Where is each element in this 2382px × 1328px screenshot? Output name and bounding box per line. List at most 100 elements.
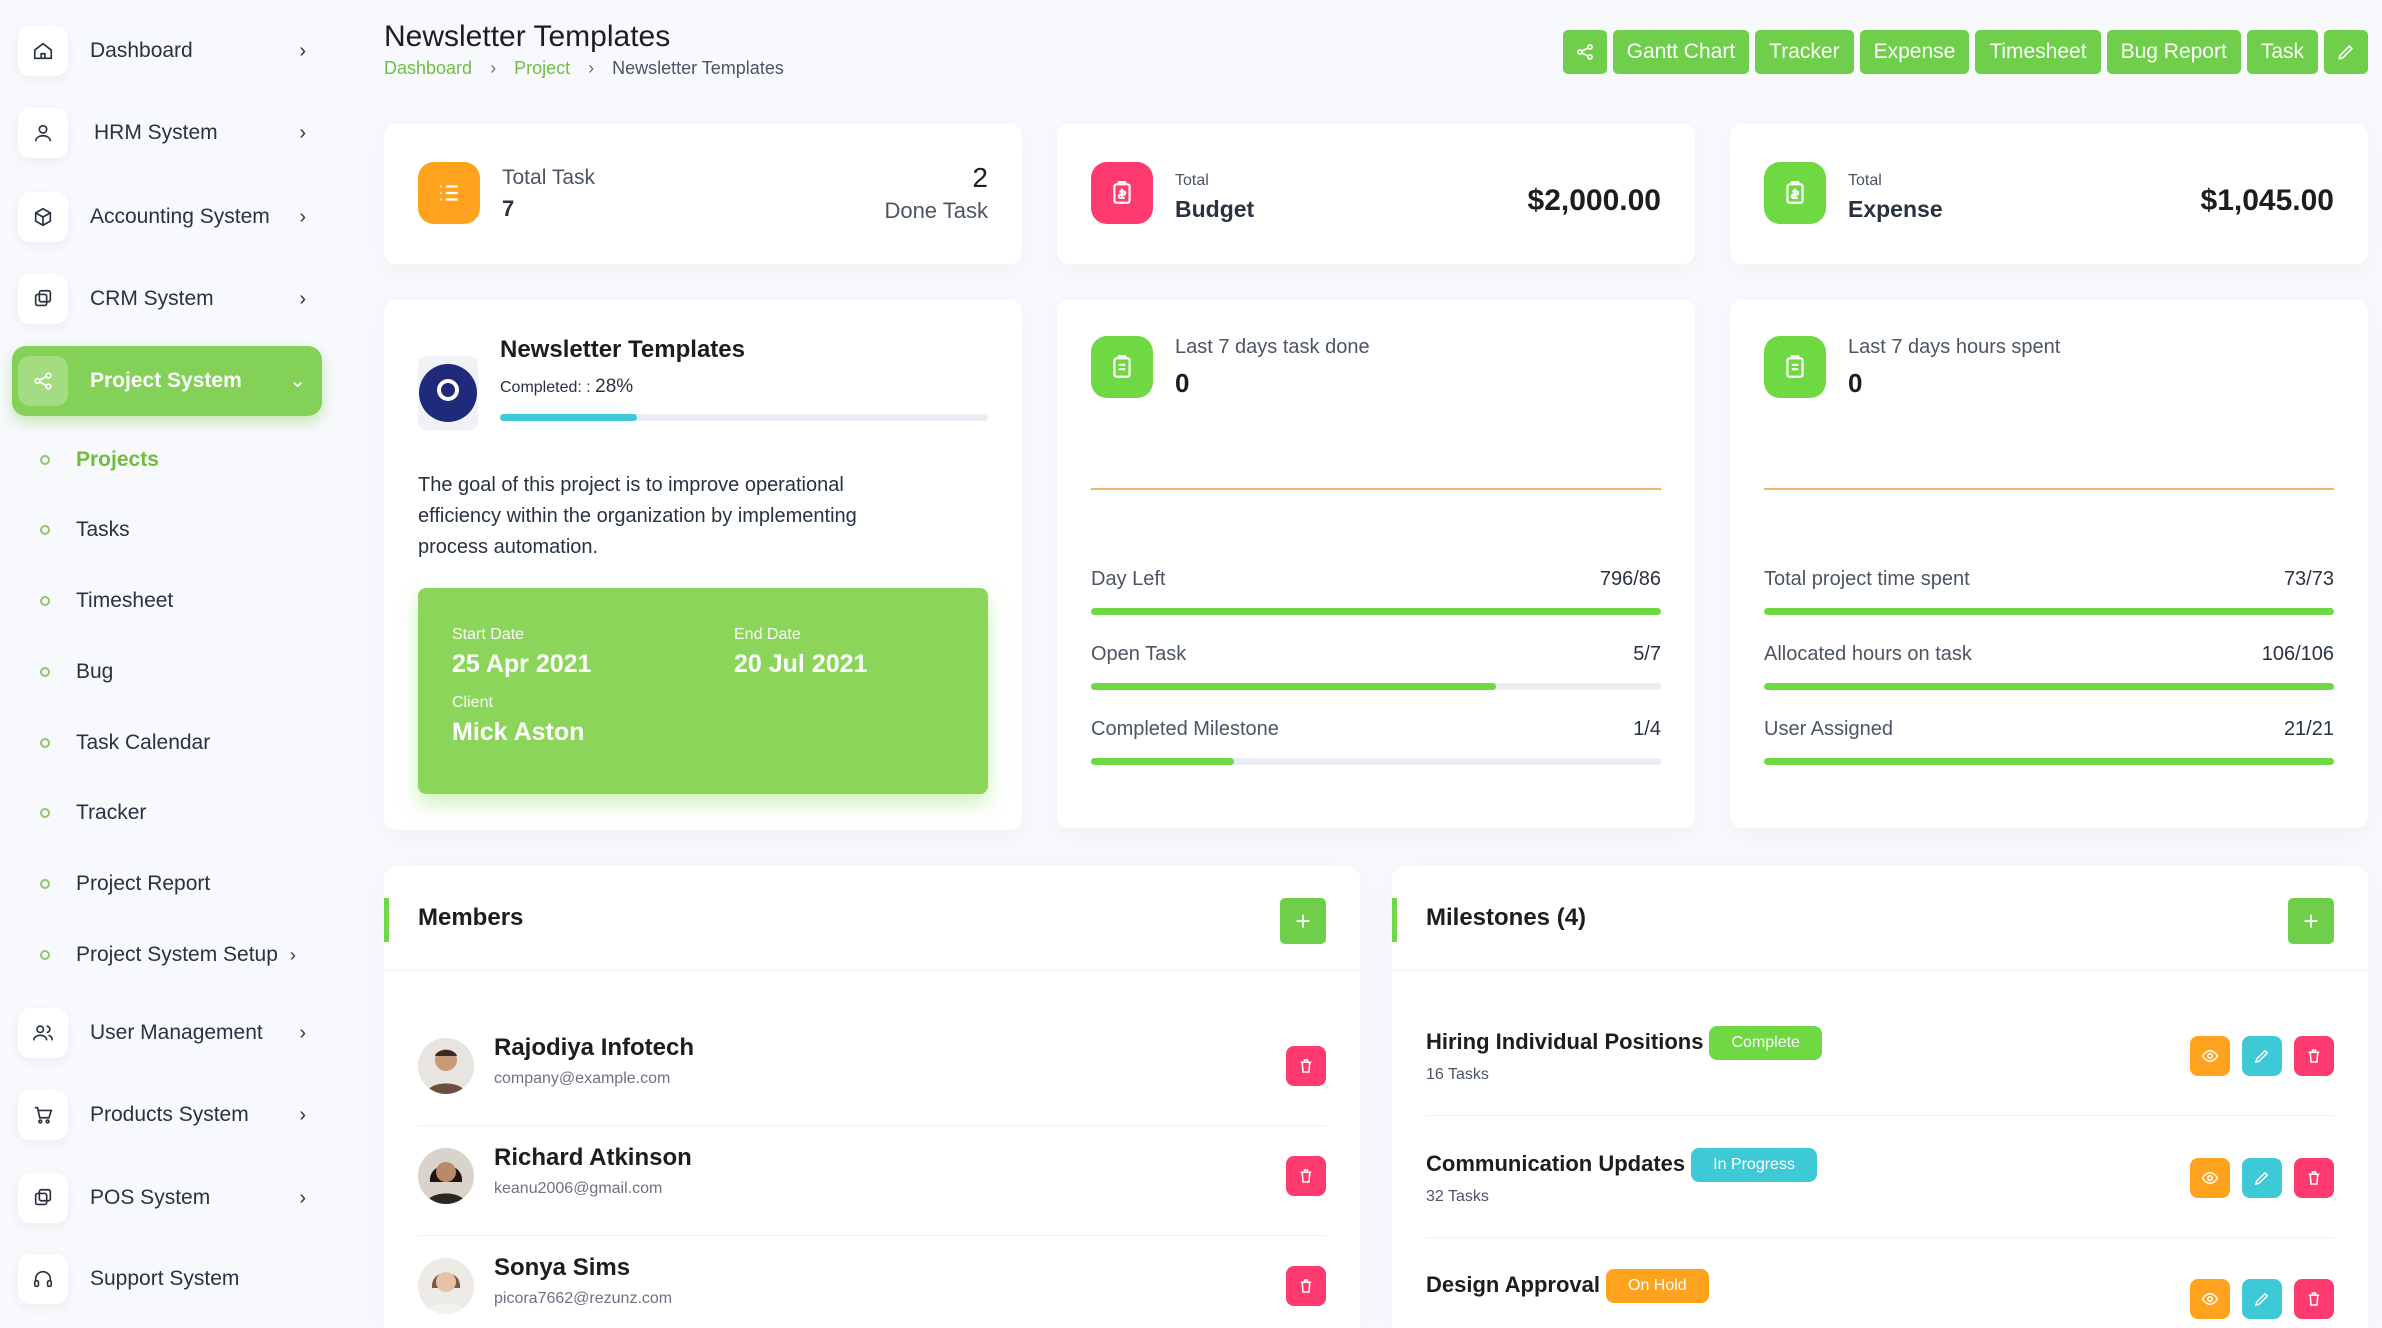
share-button[interactable] xyxy=(1562,30,1607,74)
milestone-title: Communication Updates xyxy=(1426,1150,1686,1176)
sidebar-item-pos[interactable]: POS System › xyxy=(12,1163,322,1233)
sidebar-subitem-task-calendar[interactable]: Task Calendar xyxy=(40,723,210,763)
milestone-actions xyxy=(2190,1279,2334,1319)
sidebar-subitem-tasks[interactable]: Tasks xyxy=(40,510,130,550)
expense-small-label: Total xyxy=(1848,172,1882,189)
add-member-button[interactable]: + xyxy=(1280,898,1326,944)
sidebar-item-label: Support System xyxy=(90,1267,240,1290)
layers-icon xyxy=(18,1173,68,1223)
total-task-card: Total Task 7 2 Done Task xyxy=(384,124,1022,264)
task-button[interactable]: Task xyxy=(2246,30,2318,74)
delete-member-button[interactable] xyxy=(1286,1156,1326,1196)
tracker-button[interactable]: Tracker xyxy=(1755,30,1854,74)
trash-icon xyxy=(1300,1169,1312,1183)
budget-label: Budget xyxy=(1175,196,1255,222)
share-icon xyxy=(1576,44,1593,60)
sidebar-subitem-bug[interactable]: Bug xyxy=(40,652,113,692)
pencil-icon xyxy=(2338,44,2354,60)
avatar xyxy=(418,1038,474,1094)
timesheet-button[interactable]: Timesheet xyxy=(1975,30,2101,74)
view-milestone-button[interactable] xyxy=(2190,1158,2230,1198)
project-dates-box: Start Date 25 Apr 2021 End Date 20 Jul 2… xyxy=(418,588,988,794)
sidebar-subitem-project-report[interactable]: Project Report xyxy=(40,864,210,904)
edit-milestone-button[interactable] xyxy=(2242,1158,2282,1198)
sidebar-item-crm[interactable]: CRM System › xyxy=(12,264,322,334)
delete-milestone-button[interactable] xyxy=(2294,1279,2334,1319)
completed-milestone-value: 1/4 xyxy=(1633,718,1661,740)
eye-icon xyxy=(2201,1171,2219,1185)
chevron-right-icon: › xyxy=(299,1187,306,1209)
view-milestone-button[interactable] xyxy=(2190,1036,2230,1076)
milestone-row: Design Approval On Hold xyxy=(1426,1239,2334,1328)
member-name: Richard Atkinson xyxy=(494,1144,692,1171)
home-icon xyxy=(18,26,68,76)
sidebar-item-accounting[interactable]: Accounting System › xyxy=(12,182,322,252)
user-icon xyxy=(18,108,68,158)
milestone-row: Communication Updates In Progress 32 Task… xyxy=(1426,1118,2334,1238)
project-completed: Completed: : 28% xyxy=(500,376,633,398)
sidebar-item-project-system[interactable]: Project System ⌄ xyxy=(12,346,322,416)
allocated-hours-fill xyxy=(1764,683,2334,690)
sidebar-item-hrm[interactable]: HRM System › xyxy=(12,98,322,168)
list-icon xyxy=(418,162,480,224)
expense-button[interactable]: Expense xyxy=(1859,30,1970,74)
delete-milestone-button[interactable] xyxy=(2294,1158,2334,1198)
breadcrumb-current: Newsletter Templates xyxy=(612,58,784,78)
member-email: company@example.com xyxy=(494,1070,671,1087)
milestones-card: Milestones (4) + Hiring Individual Posit… xyxy=(1392,866,2368,1328)
start-date-value: 25 Apr 2021 xyxy=(452,650,592,678)
add-milestone-button[interactable]: + xyxy=(2288,898,2334,944)
sidebar-subitem-project-system-setup[interactable]: Project System Setup › xyxy=(40,935,296,975)
sidebar-subitem-tracker[interactable]: Tracker xyxy=(40,793,146,833)
completed-milestone-fill xyxy=(1091,758,1234,765)
sidebar-item-support[interactable]: Support System xyxy=(12,1244,322,1314)
milestone-actions xyxy=(2190,1158,2334,1198)
breadcrumb-project[interactable]: Project xyxy=(514,58,570,79)
trend-line xyxy=(1091,488,1661,490)
sidebar-item-user-management[interactable]: User Management › xyxy=(12,998,322,1068)
breadcrumb: Dashboard › Project › Newsletter Templat… xyxy=(384,58,784,79)
member-name: Sonya Sims xyxy=(494,1254,631,1281)
completed-label: Completed: : xyxy=(500,379,591,396)
delete-member-button[interactable] xyxy=(1286,1046,1326,1086)
bullet-icon xyxy=(40,667,50,677)
hours-panel-value: 0 xyxy=(1848,368,1863,398)
edit-milestone-button[interactable] xyxy=(2242,1036,2282,1076)
trash-icon xyxy=(1300,1279,1312,1293)
expense-amount: $1,045.00 xyxy=(2200,184,2334,217)
chevron-right-icon: › xyxy=(299,1104,306,1126)
day-left-label: Day Left xyxy=(1091,568,1166,590)
toolbar: Gantt Chart Tracker Expense Timesheet Bu… xyxy=(1562,30,2368,74)
users-icon xyxy=(18,1008,68,1058)
avatar xyxy=(418,1148,474,1204)
total-time-fill xyxy=(1764,608,2334,615)
view-milestone-button[interactable] xyxy=(2190,1279,2230,1319)
chevron-right-icon: › xyxy=(299,288,306,310)
sidebar: Dashboard › HRM System › Accounting Syst… xyxy=(0,0,340,1328)
edit-milestone-button[interactable] xyxy=(2242,1279,2282,1319)
edit-button[interactable] xyxy=(2324,30,2368,74)
sidebar-item-products[interactable]: Products System › xyxy=(12,1080,322,1150)
open-task-bar xyxy=(1091,683,1661,690)
bug-report-button[interactable]: Bug Report xyxy=(2106,30,2241,74)
sidebar-subitem-timesheet[interactable]: Timesheet xyxy=(40,581,173,621)
end-date-label: End Date xyxy=(734,626,801,643)
sidebar-subitem-projects[interactable]: Projects xyxy=(40,440,159,480)
chevron-right-icon: › xyxy=(299,40,306,62)
sidebar-item-dashboard[interactable]: Dashboard › xyxy=(12,16,322,86)
divider xyxy=(1392,970,2368,971)
open-task-fill xyxy=(1091,683,1496,690)
delete-member-button[interactable] xyxy=(1286,1266,1326,1306)
delete-milestone-button[interactable] xyxy=(2294,1036,2334,1076)
subitem-label: Project Report xyxy=(76,872,211,895)
budget-card: Total Budget $2,000.00 xyxy=(1057,124,1695,264)
project-logo xyxy=(418,356,478,430)
bullet-icon xyxy=(40,455,50,465)
headphones-icon xyxy=(18,1254,68,1304)
project-info-card: Newsletter Templates Completed: : 28% Th… xyxy=(384,300,1022,830)
bullet-icon xyxy=(40,808,50,818)
gantt-chart-button[interactable]: Gantt Chart xyxy=(1612,30,1750,74)
done-task-value: 2 xyxy=(972,162,988,193)
breadcrumb-dashboard[interactable]: Dashboard xyxy=(384,58,472,79)
completed-value: 28% xyxy=(595,376,634,397)
